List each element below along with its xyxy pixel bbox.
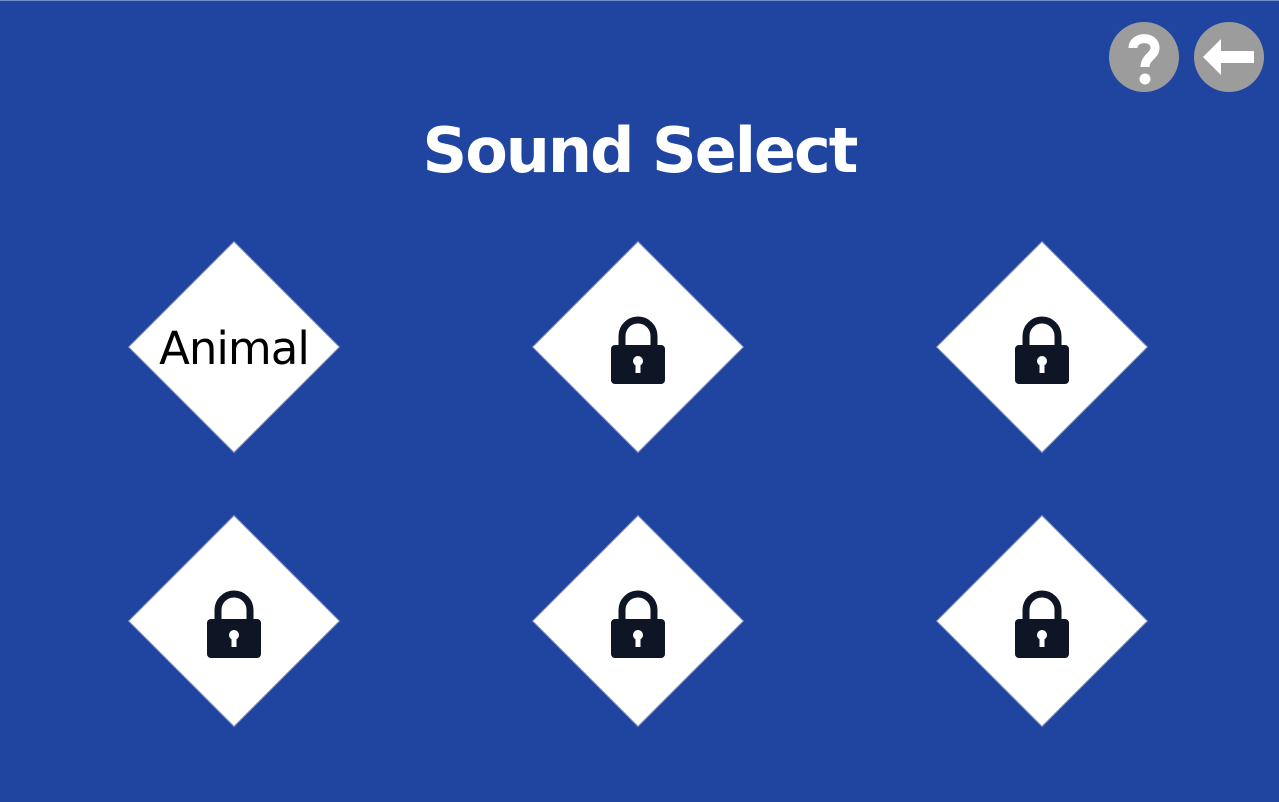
locked-category-tile[interactable] [129,516,339,726]
help-button[interactable] [1109,22,1179,92]
locked-category-tile[interactable] [937,516,1147,726]
category-label: Animal [159,322,310,375]
back-button[interactable] [1194,22,1264,92]
category-tile-animal[interactable]: Animal [129,242,339,452]
lock-icon [611,316,665,384]
locked-category-tile[interactable] [937,242,1147,452]
lock-icon [1015,590,1069,658]
page-title: Sound Select [422,114,859,187]
lock-icon [207,590,261,658]
lock-icon [1015,316,1069,384]
sound-select-screen: Sound Select Animal [0,0,1279,802]
left-arrow-icon [1203,39,1254,75]
lock-icon [611,590,665,658]
locked-category-tile[interactable] [533,516,743,726]
question-mark-icon [1128,34,1160,85]
locked-category-tile[interactable] [533,242,743,452]
